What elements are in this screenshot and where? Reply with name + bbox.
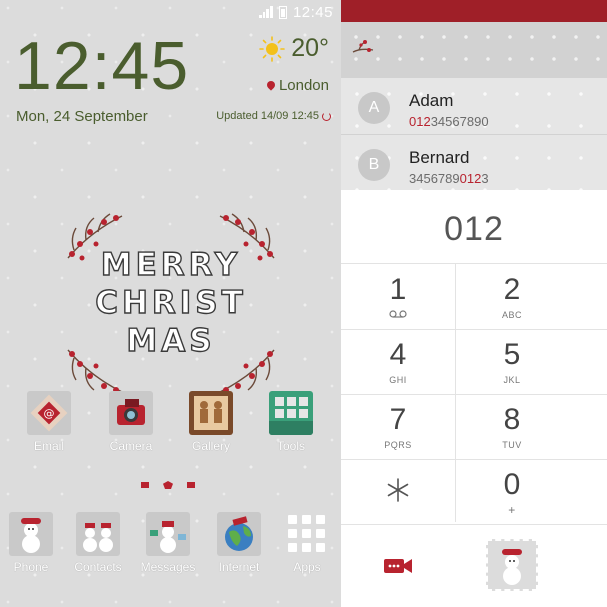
contact-name: Bernard — [409, 148, 470, 167]
weather-temperature: 20° — [291, 34, 329, 62]
key-8[interactable]: 8 TUV — [455, 394, 569, 459]
call-button[interactable] — [486, 539, 538, 591]
status-time: 12:45 — [292, 3, 333, 21]
app-label-phone: Phone — [13, 560, 49, 574]
dock-apps[interactable]: Apps — [275, 512, 339, 574]
key-digit: 0 — [503, 468, 521, 501]
apps-grid-icon — [285, 512, 329, 556]
page-dot[interactable] — [187, 482, 195, 488]
key-digit: 5 — [503, 338, 521, 371]
contact-number: 34567890123 — [409, 171, 489, 186]
weather-updated[interactable]: Updated 14/09 12:45 — [216, 110, 331, 122]
snowman-call-icon — [502, 549, 522, 585]
app-tools[interactable]: Tools — [259, 391, 323, 453]
number-match: 012 — [459, 171, 482, 186]
app-label-internet: Internet — [218, 560, 260, 574]
phone-dialer: A Adam 01234567890 B Bernard 34567890123… — [341, 0, 607, 607]
page-indicator[interactable] — [141, 481, 195, 489]
key-digit: 2 — [503, 273, 521, 306]
app-gallery[interactable]: Gallery — [179, 391, 243, 453]
app-label-messages: Messages — [140, 560, 196, 574]
refresh-icon[interactable] — [322, 111, 331, 121]
signal-icon — [258, 6, 273, 18]
merry-christmas-decoration: MERRY CHRIST MAS — [60, 210, 282, 400]
app-label-apps: Apps — [293, 560, 321, 574]
phone-snowman-icon — [9, 512, 53, 556]
key-letters: JKL — [503, 375, 521, 385]
app-email[interactable]: @ Email — [17, 391, 81, 453]
weather-location[interactable]: London — [267, 77, 329, 94]
key-digit: 1 — [389, 273, 407, 306]
key-7[interactable]: 7 PQRS — [341, 394, 455, 459]
dial-number-display[interactable]: 012 — [341, 190, 607, 264]
dialer-status-bar — [341, 0, 607, 22]
dialed-number: 012 — [444, 210, 504, 248]
sun-icon — [259, 35, 285, 62]
dock-internet[interactable]: Internet — [207, 512, 271, 574]
camera-icon — [109, 391, 153, 435]
tools-icon — [269, 391, 313, 435]
key-4[interactable]: 4 GHI — [341, 329, 455, 394]
dialer-action-bar — [341, 524, 607, 607]
location-pin-icon — [267, 81, 275, 91]
number-rest: 34567890 — [430, 114, 489, 129]
key-digit: 7 — [389, 403, 407, 436]
messages-snowman-icon — [146, 512, 190, 556]
voicemail-icon — [389, 310, 407, 318]
app-label-email: Email — [33, 439, 64, 453]
dock-contacts[interactable]: Contacts — [66, 512, 130, 574]
page-dot[interactable] — [141, 482, 149, 488]
avatar: B — [358, 149, 390, 181]
status-bar: 12:45 — [258, 3, 333, 21]
globe-icon — [217, 512, 261, 556]
key-letters: + — [508, 503, 516, 517]
svg-text:@: @ — [44, 407, 55, 420]
app-label-gallery: Gallery — [191, 439, 230, 453]
app-camera[interactable]: Camera — [99, 391, 163, 453]
key-letters: GHI — [389, 375, 407, 385]
contacts-snowmen-icon — [76, 512, 120, 556]
home-screen: 12:45 12:45 Mon, 24 September 20° London… — [0, 0, 341, 607]
key-0[interactable]: 0 + — [455, 459, 569, 524]
key-star[interactable] — [341, 459, 455, 524]
dock-messages[interactable]: Messages — [136, 512, 200, 574]
number-rest: 3 — [481, 171, 489, 186]
clock-widget-time[interactable]: 12:45 — [14, 30, 189, 102]
holly-sprig-icon — [352, 40, 374, 53]
greeting-line-1: MERRY — [100, 247, 242, 283]
contact-suggestions: A Adam 01234567890 B Bernard 34567890123 — [341, 78, 607, 190]
battery-icon — [278, 5, 287, 19]
contact-row-adam[interactable]: A Adam 01234567890 — [341, 78, 607, 135]
app-label-contacts: Contacts — [74, 560, 122, 574]
contact-row-bernard[interactable]: B Bernard 34567890123 — [341, 135, 607, 191]
dialer-header — [341, 22, 607, 78]
contact-name: Adam — [409, 91, 454, 110]
contact-number: 01234567890 — [409, 114, 489, 129]
number-prefix: 3456789 — [409, 171, 460, 186]
video-call-icon[interactable] — [383, 556, 413, 576]
key-1[interactable]: 1 — [341, 264, 455, 329]
gallery-icon — [189, 391, 233, 435]
dock-phone[interactable]: Phone — [0, 512, 63, 574]
page-dot-home[interactable] — [163, 481, 173, 489]
email-icon: @ — [27, 391, 71, 435]
key-letters: ABC — [501, 310, 522, 320]
key-5[interactable]: 5 JKL — [455, 329, 569, 394]
key-digit: 4 — [389, 338, 407, 371]
weather-widget[interactable]: 20° — [259, 34, 329, 63]
app-label-tools: Tools — [276, 439, 305, 453]
app-label-camera: Camera — [109, 439, 153, 453]
key-letters: TUV — [502, 440, 522, 450]
avatar: A — [358, 92, 390, 124]
greeting-line-3: MAS — [126, 323, 216, 359]
clock-widget-date[interactable]: Mon, 24 September — [16, 108, 148, 125]
greeting-line-2: CHRIST — [95, 285, 247, 321]
key-letters: PQRS — [384, 440, 412, 450]
weather-updated-label: Updated 14/09 12:45 — [216, 110, 319, 122]
number-match: 012 — [409, 114, 431, 129]
asterisk-icon — [387, 478, 409, 502]
weather-location-label: London — [278, 77, 329, 94]
key-2[interactable]: 2 ABC — [455, 264, 569, 329]
key-digit: 8 — [503, 403, 521, 436]
